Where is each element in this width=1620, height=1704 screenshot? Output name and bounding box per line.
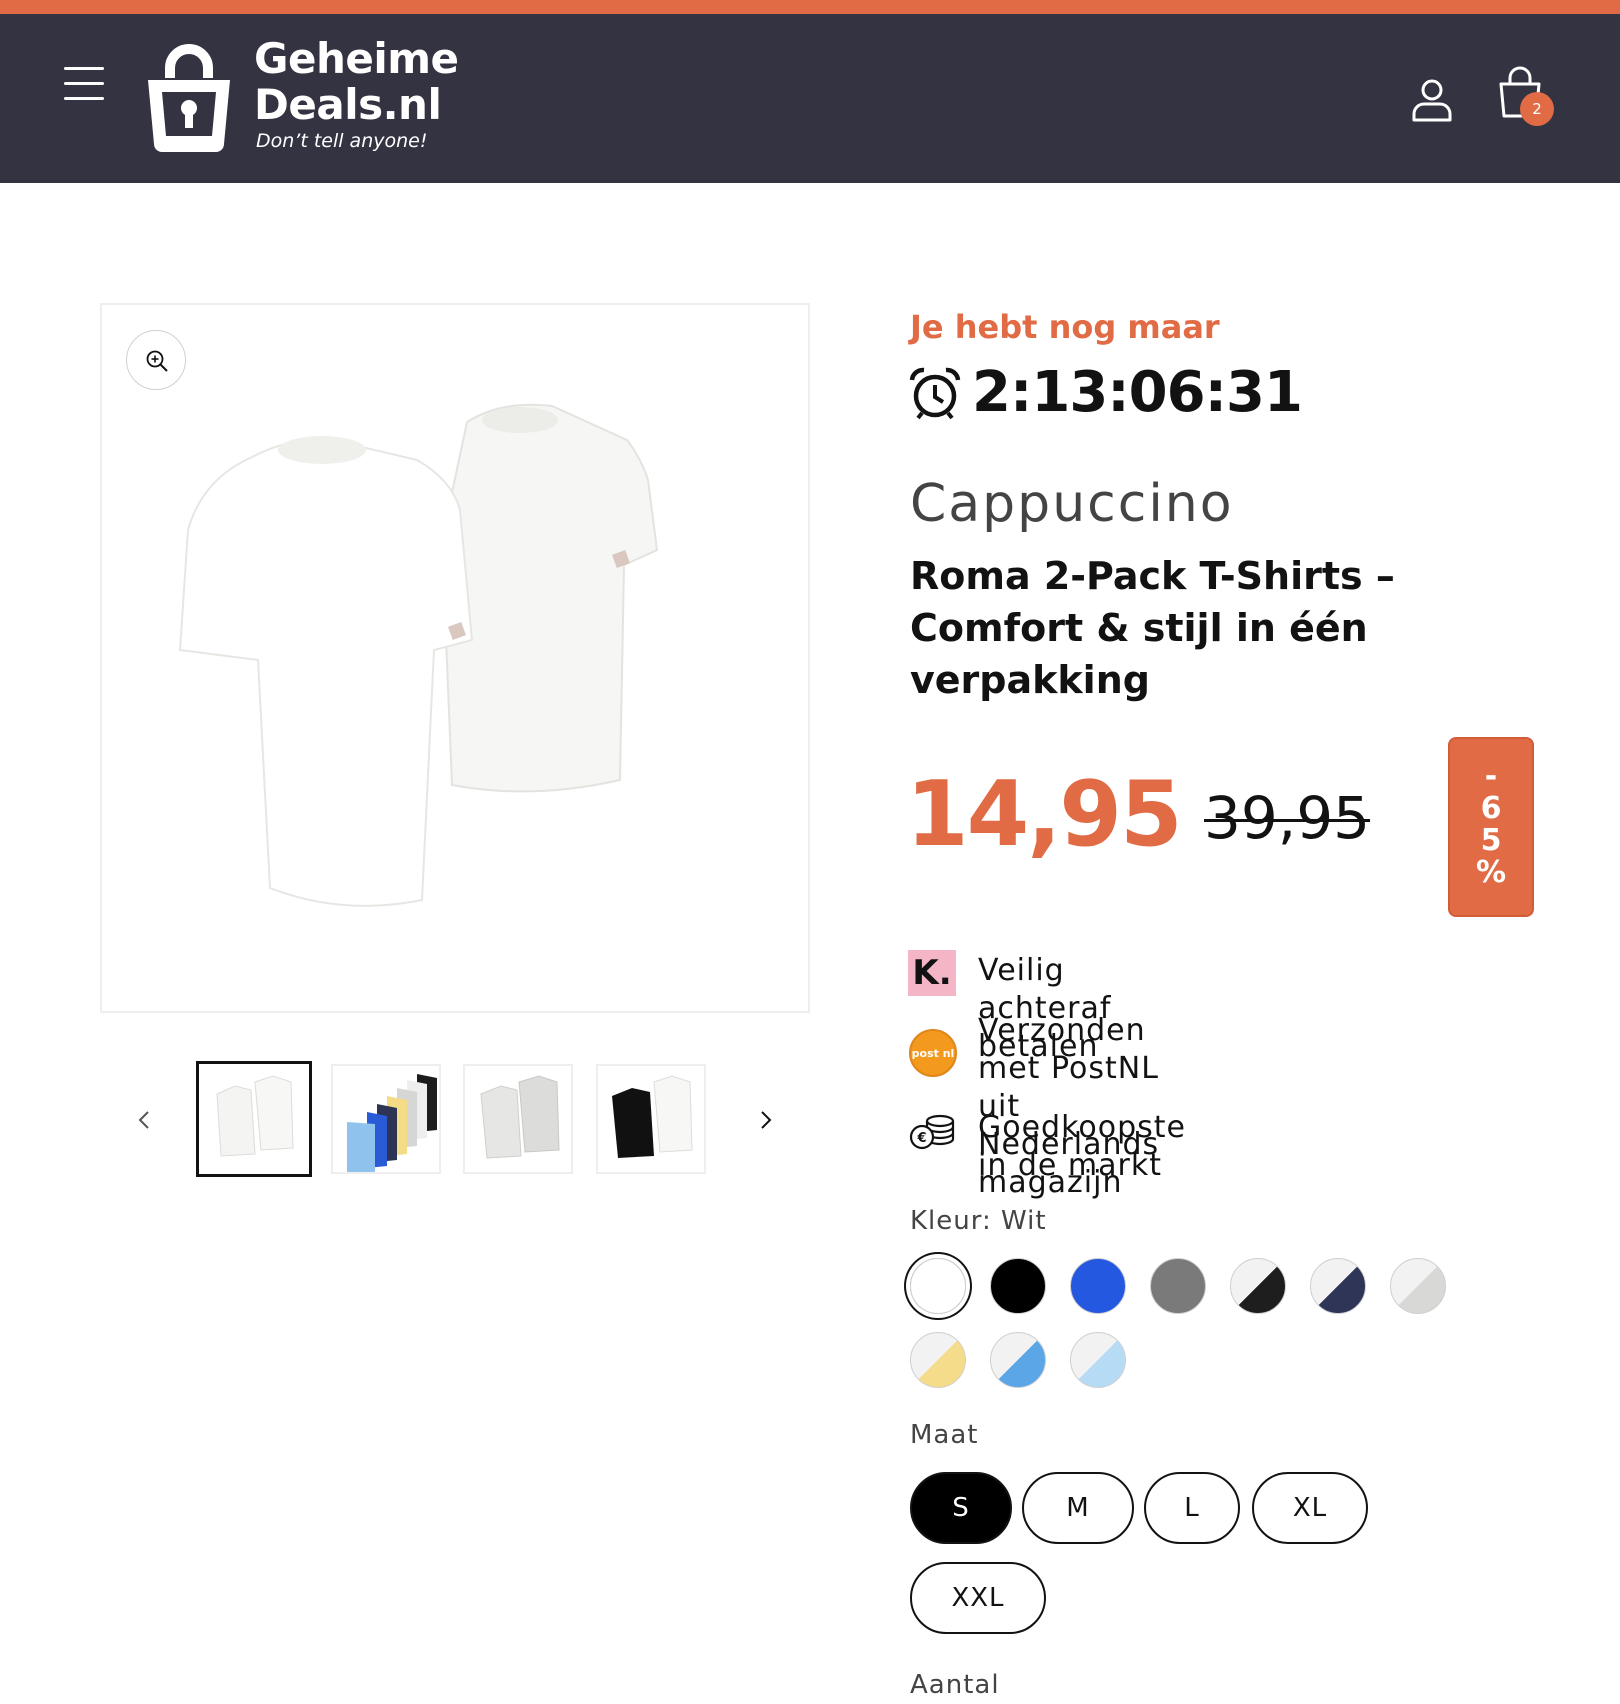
logo-title: Geheime Deals.nl xyxy=(254,34,459,129)
product-brand[interactable]: Cappuccino xyxy=(910,474,1234,534)
thumbnail-next-icon[interactable] xyxy=(746,1100,786,1140)
product-title: Roma 2-Pack T-Shirts – Comfort & stijl i… xyxy=(910,554,1395,702)
account-icon[interactable] xyxy=(1408,76,1456,124)
color-swatch-wit-zwart[interactable] xyxy=(1230,1258,1286,1314)
menu-icon[interactable] xyxy=(64,66,104,102)
size-option-m[interactable]: M xyxy=(1022,1472,1134,1544)
color-swatch-wit-ijsblauw[interactable] xyxy=(1070,1332,1126,1388)
countdown-label: Je hebt nog maar xyxy=(910,308,1220,346)
product-photo-shirts xyxy=(178,403,659,907)
thumbnail-prev-icon[interactable] xyxy=(124,1100,164,1140)
discount-badge: - 6 5 % xyxy=(1448,737,1534,917)
zoom-in-icon xyxy=(146,350,168,372)
thumbnail-1[interactable] xyxy=(196,1061,312,1177)
size-option-l[interactable]: L xyxy=(1144,1472,1240,1544)
usp-cheapest-text: Goedkoopste in de markt xyxy=(978,1110,1187,1183)
countdown-timer: 2:13:06:31 xyxy=(972,360,1303,425)
thumbnail-4[interactable] xyxy=(596,1064,706,1174)
color-swatch-wit-lichtgrijs[interactable] xyxy=(1390,1258,1446,1314)
shopping-bag-lock-icon xyxy=(148,44,230,152)
coins-icon: € xyxy=(909,1114,955,1150)
sale-price: 14,95 xyxy=(906,762,1183,867)
logo-tagline: Don’t tell anyone! xyxy=(256,130,428,152)
color-swatch-blauw[interactable] xyxy=(1070,1258,1126,1314)
svg-text:post nl: post nl xyxy=(912,1047,955,1060)
size-option-xl[interactable]: XL xyxy=(1252,1472,1368,1544)
klarna-logo-icon: K. xyxy=(908,950,956,996)
announcement-bar xyxy=(0,0,1620,14)
cart-count-badge: 2 xyxy=(1520,92,1554,126)
quantity-label: Aantal xyxy=(910,1670,1000,1700)
color-swatch-zwart[interactable] xyxy=(990,1258,1046,1314)
color-swatch-wit-geel[interactable] xyxy=(910,1332,966,1388)
color-label: Kleur: Wit xyxy=(910,1206,1047,1236)
color-swatch-grijs[interactable] xyxy=(1150,1258,1206,1314)
original-price: 39,95 xyxy=(1204,784,1371,852)
size-option-s[interactable]: S xyxy=(910,1472,1012,1544)
color-swatch-wit-lichtblauw[interactable] xyxy=(990,1332,1046,1388)
color-swatch-wit[interactable] xyxy=(910,1258,966,1314)
postnl-logo-icon: post nl xyxy=(909,1029,957,1077)
thumbnail-3[interactable] xyxy=(463,1064,573,1174)
svg-text:€: € xyxy=(916,1131,926,1146)
size-option-xxl[interactable]: XXL xyxy=(910,1562,1046,1634)
thumbnail-2[interactable] xyxy=(331,1064,441,1174)
site-logo[interactable]: Geheime Deals.nl Don’t tell anyone! xyxy=(144,28,484,158)
color-swatch-wit-navy[interactable] xyxy=(1310,1258,1366,1314)
alarm-clock-icon xyxy=(909,367,961,420)
size-label: Maat xyxy=(910,1420,979,1450)
